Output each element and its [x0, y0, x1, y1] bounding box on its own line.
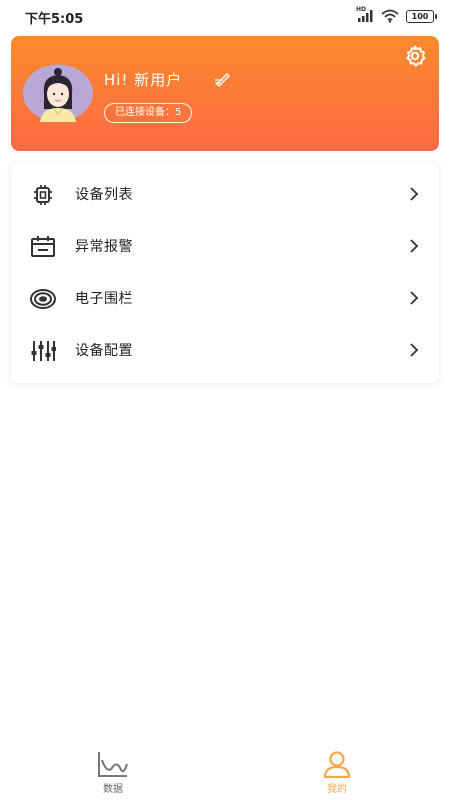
- edit-pen-icon: [215, 73, 230, 87]
- geofence-icon: [30, 289, 56, 309]
- line-chart-icon: [98, 752, 128, 777]
- profile-card: Hi! 新用户 已连接设备：5: [11, 36, 439, 151]
- menu-item-device-config[interactable]: 设备配置: [11, 325, 439, 377]
- chevron-right-icon: [410, 187, 419, 201]
- status-time: 下午5:05: [25, 12, 84, 27]
- chevron-right-icon: [410, 343, 419, 357]
- menu-item-label: 设备配置: [75, 343, 133, 359]
- tab-label: 我的: [327, 784, 347, 795]
- menu-item-label: 异常报警: [75, 239, 133, 255]
- tab-mine[interactable]: 我的: [297, 744, 377, 800]
- status-bar: 下午5:05 HD 100: [0, 0, 450, 30]
- device-icon: [34, 185, 52, 205]
- settings-button[interactable]: [403, 44, 427, 68]
- user-icon: [323, 751, 351, 778]
- greeting-text: Hi! 新用户: [104, 71, 183, 89]
- gear-icon: [406, 45, 426, 67]
- edit-name-button[interactable]: [214, 70, 232, 88]
- menu-card: 设备列表 异常报警 电子围栏 设备配置: [11, 163, 439, 383]
- sliders-icon: [31, 341, 56, 361]
- menu-item-geofence[interactable]: 电子围栏: [11, 273, 439, 325]
- tab-data[interactable]: 数据: [73, 744, 153, 800]
- cellular-signal-icon: HD: [356, 6, 374, 23]
- menu-item-abnormal-alarm[interactable]: 异常报警: [11, 221, 439, 273]
- tab-label: 数据: [103, 784, 123, 795]
- menu-item-label: 设备列表: [75, 187, 133, 203]
- avatar[interactable]: [22, 64, 94, 122]
- menu-item-label: 电子围栏: [75, 291, 133, 307]
- wifi-icon: [381, 9, 399, 23]
- chevron-right-icon: [410, 291, 419, 305]
- connected-devices-badge: 已连接设备：5: [104, 103, 193, 123]
- alarm-calendar-icon: [31, 236, 55, 257]
- status-icons: HD 100: [356, 6, 437, 24]
- battery-icon: 100: [406, 9, 437, 23]
- bottom-tab-bar: 数据 我的: [0, 744, 450, 800]
- menu-item-device-list[interactable]: 设备列表: [11, 169, 439, 221]
- chevron-right-icon: [410, 239, 419, 253]
